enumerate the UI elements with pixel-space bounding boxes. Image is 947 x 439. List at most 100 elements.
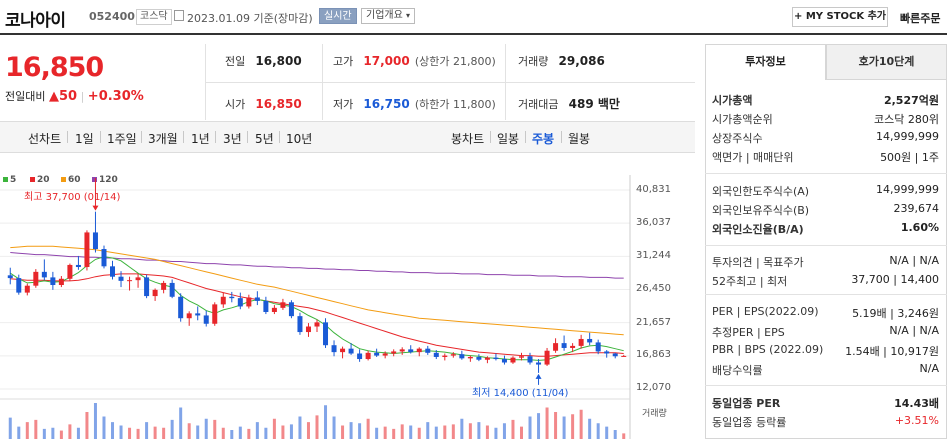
market-badge: 코스닥 (136, 9, 172, 25)
candle-body (399, 349, 405, 352)
invest-row-label: 투자의견 | 목표주가 (712, 256, 804, 269)
candle-body (271, 307, 277, 312)
volume-bar (230, 430, 234, 439)
invest-row-value: 1.54배 | 10,917원 (845, 345, 939, 358)
candle-body (229, 296, 235, 299)
invest-row-label: PBR | BPS (2022.09) (712, 343, 824, 356)
invest-row-value: 5.19배 | 3,246원 (852, 307, 939, 320)
volume-bar (111, 422, 115, 439)
volume-bar (519, 426, 523, 439)
volume-bar (153, 426, 157, 439)
day-high: 고가 17,000 (상한가 21,800) (333, 54, 496, 68)
max-annotation: 최고 37,700 (01/14) (24, 192, 121, 203)
invest-row-value: 14,999,999 (876, 130, 939, 143)
period-1day[interactable]: 1일 (75, 130, 94, 147)
ma20-line (10, 273, 624, 357)
mystock-add-button[interactable]: + MY STOCK 추가 (792, 7, 888, 27)
invest-row-value: 1.60% (900, 221, 939, 234)
divider (67, 131, 68, 143)
volume-bar (51, 427, 55, 439)
period-1year[interactable]: 1년 (191, 130, 210, 147)
volume-bar (59, 430, 63, 439)
invest-row-label: 배당수익률 (712, 364, 763, 377)
volume-bar (298, 416, 302, 439)
candle-body (544, 350, 550, 365)
volume-bar (264, 427, 268, 439)
prev-close: 전일 16,800 (225, 54, 302, 68)
candle-body (621, 355, 627, 357)
candle-body (595, 342, 601, 352)
volume-bar (196, 425, 200, 439)
divider (215, 131, 216, 143)
volume-bar (383, 426, 387, 439)
divider (490, 131, 491, 143)
volume-bar (68, 424, 72, 439)
volume-bar (204, 418, 208, 439)
candle-body (433, 352, 439, 357)
open-price: 시가 16,850 (225, 97, 302, 111)
volume-bar (443, 425, 447, 439)
candle-body (340, 348, 346, 353)
invest-row-label: 외국인소진율(B/A) (712, 223, 804, 236)
volume-bar (281, 425, 285, 439)
corp-overview-button[interactable]: 기업개요 ▾ (361, 8, 416, 24)
volume-bar (460, 418, 464, 439)
candle-body (382, 353, 388, 356)
tab-invest-info[interactable]: 투자정보 (705, 44, 826, 80)
invest-row-value: N/A (919, 362, 939, 375)
volume-bar (545, 407, 549, 439)
day-low: 저가 16,750 (하한가 11,800) (333, 97, 496, 111)
period-3year[interactable]: 3년 (223, 130, 242, 147)
invest-row-value: 14.43배 (894, 397, 939, 410)
invest-row-value: +3.51% (894, 414, 939, 427)
candle-body (254, 297, 260, 301)
quick-order-link[interactable]: 빠른주문 (900, 10, 940, 26)
candle-body (237, 298, 243, 307)
volume-bar (596, 423, 600, 439)
candle-body (493, 357, 499, 360)
volume-bar (145, 422, 149, 439)
invest-row-label: 추정PER | EPS (712, 326, 785, 339)
candle-body (518, 356, 524, 358)
candle-body (323, 322, 329, 346)
volume-bar (42, 428, 46, 439)
volume-bar (93, 403, 97, 439)
volume-bar (136, 428, 140, 439)
current-price: 16,850 (5, 52, 104, 83)
volume-bar (434, 426, 438, 439)
candle-body (110, 266, 116, 277)
candle-body (178, 296, 184, 319)
candle-body (570, 345, 576, 348)
volume-bar (468, 423, 472, 439)
invest-row-label: 52주최고 | 최저 (712, 275, 788, 288)
period-5year[interactable]: 5년 (255, 130, 274, 147)
volume-bar (613, 430, 617, 439)
period-monthly[interactable]: 월봉 (568, 130, 590, 147)
period-3month[interactable]: 3개월 (148, 130, 178, 147)
candle-body (144, 277, 150, 297)
invest-row-value: N/A | N/A (889, 324, 939, 337)
period-weekly[interactable]: 주봉 (532, 130, 554, 147)
volume-bar (554, 412, 558, 439)
period-daily[interactable]: 일봉 (497, 130, 519, 147)
invest-row-label: PER | EPS(2022.09) (712, 305, 819, 318)
divider (279, 131, 280, 143)
volume-bar (358, 423, 362, 439)
volume-bar (349, 422, 353, 439)
candle-body (67, 264, 73, 279)
volume-bar (485, 425, 489, 439)
realtime-button[interactable]: 실시간 (319, 8, 357, 24)
volume-bar (324, 405, 328, 439)
tab-order-book[interactable]: 호가10단계 (826, 44, 947, 80)
divider (100, 131, 101, 143)
date-info: 2023.01.09 기준(장마감) (187, 12, 313, 25)
period-10year[interactable]: 10년 (286, 130, 312, 147)
invest-row-label: 시가총액 (712, 94, 753, 107)
invest-row-label: 액면가 | 매매단위 (712, 151, 794, 164)
period-1week[interactable]: 1주일 (107, 130, 137, 147)
volume-bar (76, 427, 80, 439)
invest-row-value: 500원 | 1주 (880, 151, 939, 164)
candle-body (118, 276, 124, 281)
stock-code: 052400 (89, 10, 135, 23)
candle-body (169, 282, 175, 297)
